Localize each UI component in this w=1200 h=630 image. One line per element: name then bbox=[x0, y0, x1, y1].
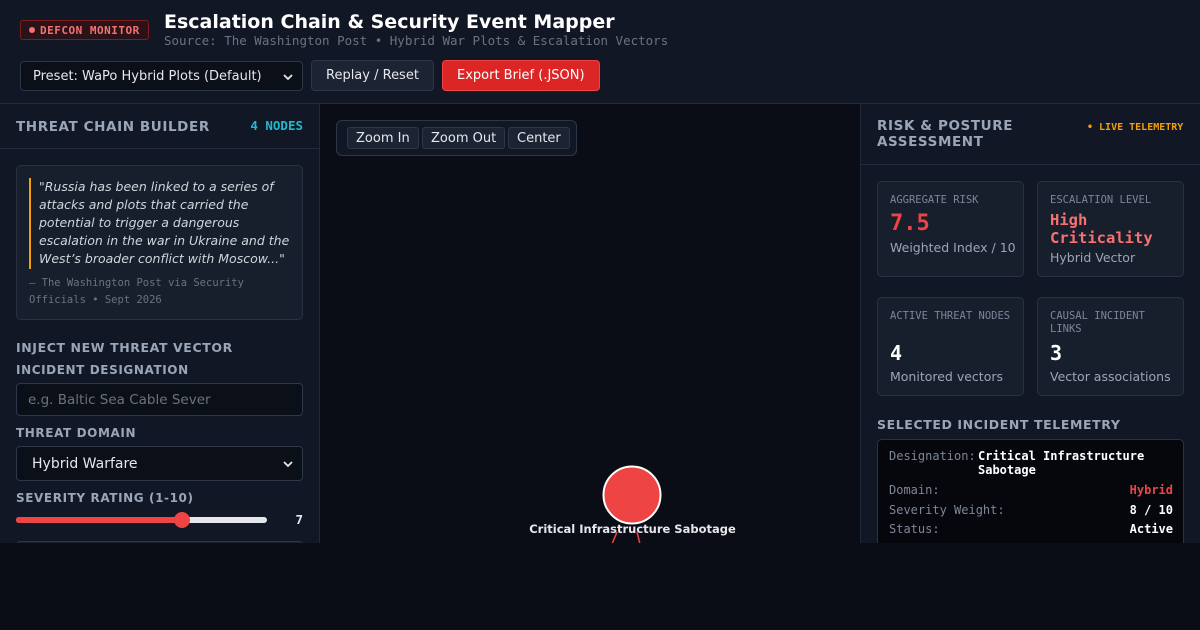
stat-sub: Vector associations bbox=[1050, 369, 1171, 384]
inject-section-title: INJECT NEW THREAT VECTOR bbox=[16, 340, 233, 355]
slider-thumb[interactable] bbox=[174, 512, 190, 528]
threat-domain-label: THREAT DOMAIN bbox=[16, 426, 137, 440]
stat-sub: Monitored vectors bbox=[890, 369, 1004, 384]
causal-links-card: CAUSAL INCIDENT LINKS 3 Vector associati… bbox=[1037, 297, 1184, 396]
app-window: DEFCON MONITOR Escalation Chain & Securi… bbox=[0, 0, 1200, 543]
telemetry-key: Designation: bbox=[889, 449, 976, 463]
replay-reset-button[interactable]: Replay / Reset bbox=[311, 60, 434, 91]
risk-assessment-panel: RISK & POSTURE ASSESSMENT • LIVE TELEMET… bbox=[860, 104, 1200, 543]
app-subtitle: Source: The Washington Post • Hybrid War… bbox=[164, 33, 669, 48]
panel-header: RISK & POSTURE ASSESSMENT • LIVE TELEMET… bbox=[861, 104, 1200, 165]
empty-viewport-area bbox=[0, 543, 1200, 630]
aggregate-risk-card: AGGREGATE RISK 7.5 Weighted Index / 10 bbox=[877, 181, 1024, 277]
node-label: Critical Infrastructure Sabotage bbox=[529, 522, 736, 536]
designation-placeholder: e.g. Baltic Sea Cable Sever bbox=[28, 391, 211, 408]
severity-weight-value: 8 / 10 bbox=[1129, 503, 1173, 517]
chevron-down-icon bbox=[283, 74, 293, 81]
app-header: DEFCON MONITOR Escalation Chain & Securi… bbox=[0, 0, 1200, 104]
aggregate-risk-value: 7.5 bbox=[890, 211, 930, 236]
live-telemetry-indicator: • LIVE TELEMETRY bbox=[1087, 122, 1184, 133]
preset-select-value: Preset: WaPo Hybrid Plots (Default) bbox=[33, 68, 262, 84]
export-brief-button[interactable]: Export Brief (.JSON) bbox=[442, 60, 600, 91]
panel-title: THREAT CHAIN BUILDER bbox=[16, 119, 210, 135]
defcon-badge: DEFCON MONITOR bbox=[20, 20, 149, 40]
severity-value: 7 bbox=[295, 512, 303, 527]
node-count-badge: 4 NODES bbox=[250, 118, 303, 133]
panel-header: THREAT CHAIN BUILDER 4 NODES bbox=[0, 104, 319, 149]
threat-graph: Critical Infrastructure Sabotage bbox=[320, 104, 860, 543]
threat-node[interactable] bbox=[602, 465, 662, 525]
severity-label: SEVERITY RATING (1-10) bbox=[16, 491, 194, 505]
graph-edges bbox=[602, 465, 662, 543]
telemetry-box: Designation: Critical Infrastructure Sab… bbox=[877, 439, 1184, 543]
telemetry-key: Severity Weight: bbox=[889, 503, 1005, 517]
active-nodes-card: ACTIVE THREAT NODES 4 Monitored vectors bbox=[877, 297, 1024, 396]
telemetry-key: Domain: bbox=[889, 483, 940, 497]
escalation-level-value: High Criticality bbox=[1050, 211, 1153, 247]
quote-text: "Russia has been linked to a series of a… bbox=[39, 179, 290, 266]
app-title: Escalation Chain & Security Event Mapper bbox=[164, 11, 615, 33]
severity-slider[interactable] bbox=[16, 512, 267, 528]
status-value: Active bbox=[1129, 522, 1173, 536]
threat-domain-value: Hybrid Warfare bbox=[32, 455, 138, 472]
threat-domain-select[interactable]: Hybrid Warfare bbox=[16, 446, 303, 481]
threat-chain-builder-panel: THREAT CHAIN BUILDER 4 NODES "Russia has… bbox=[0, 104, 320, 543]
panel-title: RISK & POSTURE ASSESSMENT bbox=[877, 118, 1014, 150]
stat-label: AGGREGATE RISK bbox=[890, 194, 979, 206]
stat-sub: Hybrid Vector bbox=[1050, 250, 1136, 265]
stat-sub: Weighted Index / 10 bbox=[890, 240, 1016, 255]
source-quote-card: "Russia has been linked to a series of a… bbox=[16, 165, 303, 320]
quote-source: — The Washington Post via Security Offic… bbox=[29, 277, 244, 306]
incident-designation-input[interactable]: e.g. Baltic Sea Cable Sever bbox=[16, 383, 303, 416]
designation-label: INCIDENT DESIGNATION bbox=[16, 363, 189, 377]
graph-canvas[interactable]: Zoom In Zoom Out Center Critical Infrast… bbox=[320, 104, 860, 543]
stat-label: CAUSAL INCIDENT LINKS bbox=[1050, 310, 1145, 335]
domain-value: Hybrid bbox=[1129, 483, 1173, 497]
badge-label: DEFCON MONITOR bbox=[40, 23, 140, 37]
stat-label: ACTIVE THREAT NODES bbox=[890, 310, 1011, 322]
preset-select[interactable]: Preset: WaPo Hybrid Plots (Default) bbox=[20, 61, 303, 91]
slider-fill bbox=[16, 517, 182, 523]
escalation-level-card: ESCALATION LEVEL High Criticality Hybrid… bbox=[1037, 181, 1184, 277]
alert-dot-icon bbox=[29, 27, 35, 33]
telemetry-title: SELECTED INCIDENT TELEMETRY bbox=[877, 417, 1121, 432]
stat-label: ESCALATION LEVEL bbox=[1050, 194, 1152, 206]
chevron-down-icon bbox=[283, 461, 293, 468]
quote-accent-bar bbox=[29, 178, 31, 269]
causal-links-value: 3 bbox=[1050, 341, 1063, 365]
telemetry-key: Status: bbox=[889, 522, 940, 536]
active-nodes-value: 4 bbox=[890, 341, 903, 365]
designation-value: Critical Infrastructure Sabotage bbox=[978, 449, 1145, 477]
